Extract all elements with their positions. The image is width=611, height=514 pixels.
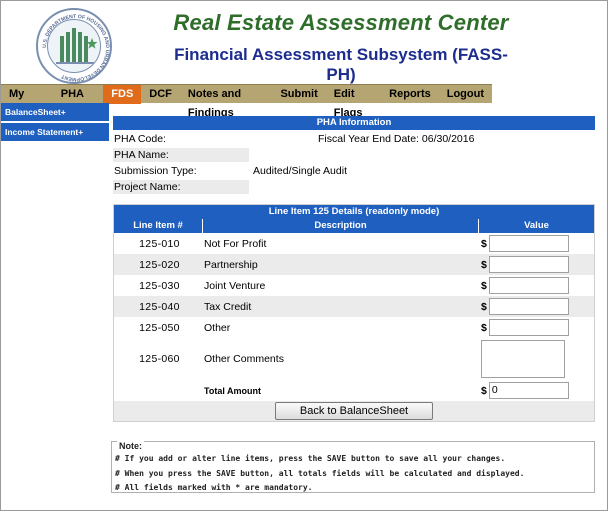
top-nav: My Inbox PHA Info FDS DCF Notes and Find…	[1, 84, 492, 119]
note-line: # When you press the SAVE button, all to…	[115, 469, 525, 478]
app-title: Real Estate Assessment Center	[173, 10, 509, 35]
page-header: U.S. DEPARTMENT OF HOUSING AND URBAN DEV…	[1, 1, 607, 84]
sidebar-item-balance-sheet[interactable]: BalanceSheet+	[1, 103, 109, 121]
back-to-balance-sheet-button[interactable]: Back to BalanceSheet	[275, 402, 433, 420]
joint-venture-value-input[interactable]	[488, 277, 569, 294]
value-cell: $	[479, 235, 594, 252]
line-item-number: 125-010	[139, 237, 180, 250]
app-subtitle: Financial Assessment Subsystem (FASS-PH)	[174, 45, 508, 84]
table-row-comments: 125-060 Other Comments	[114, 338, 594, 380]
currency-symbol: $	[481, 321, 487, 334]
value-cell: $	[479, 319, 594, 336]
line-item-number: 125-060	[139, 353, 180, 365]
nav-logout[interactable]: Logout	[439, 85, 492, 104]
currency-symbol: $	[481, 300, 487, 313]
button-row: Back to BalanceSheet	[114, 401, 594, 421]
pha-code-row: PHA Code: Fiscal Year End Date: 06/30/20…	[113, 130, 595, 146]
pha-information-heading: PHA Information	[113, 116, 595, 130]
nav-fds[interactable]: FDS	[103, 84, 142, 104]
line-item-description: Other	[204, 321, 231, 334]
total-cell: $0	[479, 382, 594, 399]
table-header: Line Item # Description Value	[114, 219, 594, 233]
value-cell: $	[479, 256, 594, 273]
submission-type-value: Audited/Single Audit	[253, 165, 347, 177]
note-box: Note: # If you add or alter line items, …	[111, 441, 595, 493]
currency-symbol: $	[481, 237, 487, 250]
line-item-description: Partnership	[204, 258, 258, 271]
pha-name-label: PHA Name:	[113, 148, 249, 162]
line-item-details-panel: Line Item 125 Details (readonly mode) Li…	[113, 204, 595, 422]
nav-pha-info[interactable]: PHA Info	[53, 85, 104, 119]
line-item-description: Joint Venture	[204, 279, 266, 292]
table-row: 125-020 Partnership $	[114, 254, 594, 275]
column-header-description: Description	[203, 219, 479, 233]
comments-cell	[479, 340, 594, 378]
total-amount-input[interactable]: 0	[488, 382, 569, 399]
nav-notes-findings[interactable]: Notes and Findings	[180, 85, 273, 119]
total-amount-label: Total Amount	[204, 385, 261, 396]
value-cell: $	[479, 277, 594, 294]
note-line: # If you add or alter line items, press …	[115, 454, 506, 463]
pha-information-panel: PHA Information PHA Code: Fiscal Year En…	[113, 116, 595, 194]
table-row: 125-010 Not For Profit $	[114, 233, 594, 254]
table-row: 125-050 Other $	[114, 317, 594, 338]
line-item-number: 125-020	[139, 258, 180, 271]
partnership-value-input[interactable]	[488, 256, 569, 273]
nav-dcf[interactable]: DCF	[141, 85, 180, 104]
other-value-input[interactable]	[488, 319, 569, 336]
nav-submit[interactable]: Submit	[272, 85, 325, 104]
line-item-details-heading: Line Item 125 Details (readonly mode)	[114, 205, 594, 219]
project-name-row: Project Name:	[113, 178, 595, 194]
table-row: 125-030 Joint Venture $	[114, 275, 594, 296]
not-for-profit-value-input[interactable]	[488, 235, 569, 252]
value-cell: $	[479, 298, 594, 315]
house-emblem-icon	[56, 28, 98, 64]
table-row-total: Total Amount $0	[114, 380, 594, 401]
pha-code-label: PHA Code:	[114, 133, 166, 145]
currency-symbol: $	[481, 384, 487, 397]
fiscal-year-end: Fiscal Year End Date: 06/30/2016	[318, 133, 475, 145]
line-item-number: 125-040	[139, 300, 180, 313]
currency-symbol: $	[481, 279, 487, 292]
table-row: 125-040 Tax Credit $	[114, 296, 594, 317]
seal-emblem	[47, 19, 101, 73]
column-header-value: Value	[479, 219, 594, 233]
nav-my-inbox[interactable]: My Inbox	[1, 85, 53, 119]
note-heading: Note:	[117, 441, 144, 451]
line-item-description: Tax Credit	[204, 300, 252, 313]
currency-symbol: $	[481, 258, 487, 271]
hud-seal-logo: U.S. DEPARTMENT OF HOUSING AND URBAN DEV…	[36, 8, 112, 84]
tax-credit-value-input[interactable]	[488, 298, 569, 315]
note-line: # All fields marked with * are mandatory…	[115, 483, 313, 492]
line-item-number: 125-050	[139, 321, 180, 334]
line-item-number: 125-030	[139, 279, 180, 292]
pha-name-row: PHA Name:	[113, 146, 595, 162]
sidebar-item-income-statement[interactable]: Income Statement+	[1, 123, 109, 141]
nav-edit-flags[interactable]: Edit Flags	[326, 85, 381, 119]
nav-reports[interactable]: Reports	[381, 85, 439, 104]
submission-type-row: Submission Type: Audited/Single Audit	[113, 162, 595, 178]
column-header-line-item: Line Item #	[114, 219, 203, 233]
other-comments-label: Other Comments	[204, 353, 284, 365]
line-item-description: Not For Profit	[204, 237, 267, 250]
other-comments-textarea[interactable]	[481, 340, 565, 378]
submission-type-label: Submission Type:	[114, 165, 197, 177]
project-name-label: Project Name:	[113, 180, 249, 194]
sidebar: BalanceSheet+ Income Statement+	[1, 103, 109, 143]
